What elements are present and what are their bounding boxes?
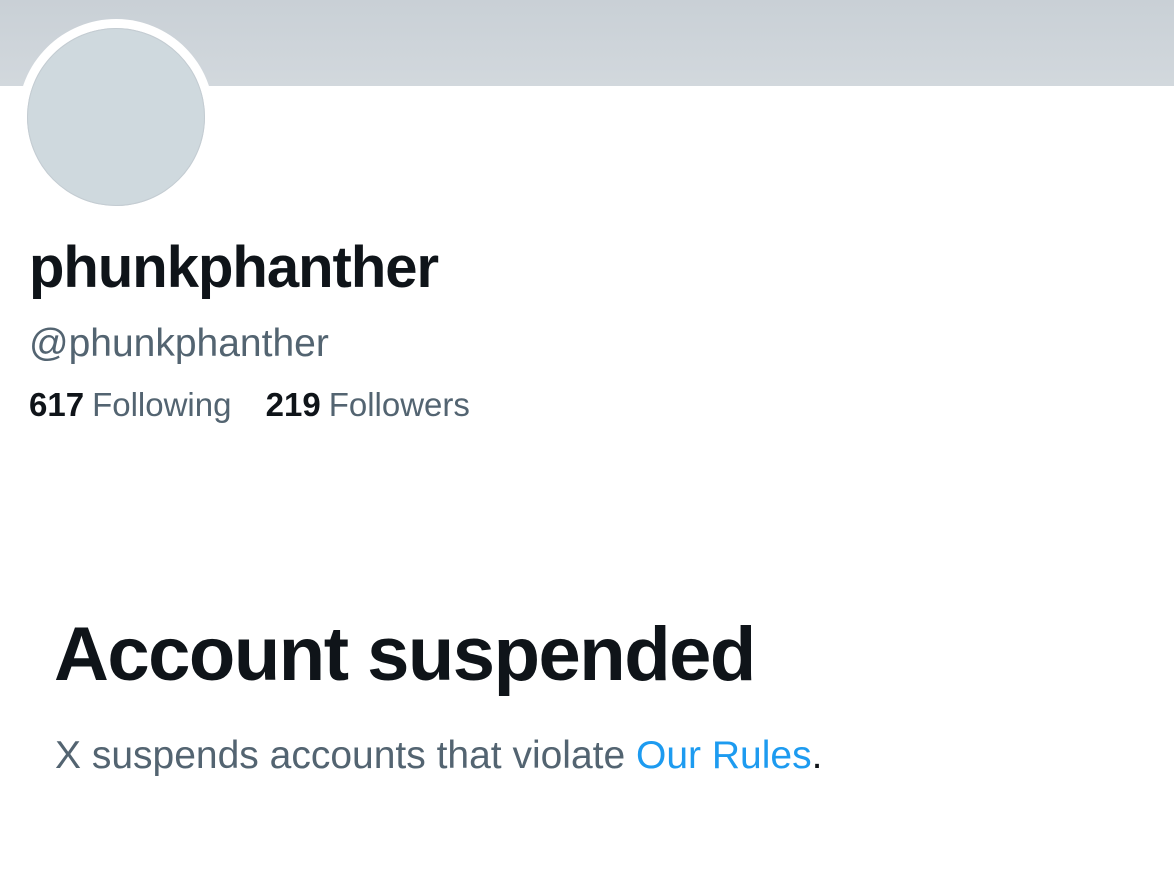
our-rules-link[interactable]: Our Rules [636, 734, 812, 777]
avatar[interactable] [27, 28, 205, 206]
display-name: phunkphanther [29, 235, 439, 300]
followers-label: Followers [328, 386, 470, 423]
suspension-title: Account suspended [54, 612, 756, 697]
followers-count: 219 [265, 386, 321, 423]
following-label: Following [92, 386, 232, 423]
profile-page: phunkphanther @phunkphanther 617 Followin… [0, 0, 1174, 871]
following-count: 617 [29, 386, 85, 423]
suspension-message: X suspends accounts that violate Our Rul… [55, 734, 823, 778]
following-link[interactable]: 617 Following [29, 386, 232, 423]
suspension-message-text: X suspends accounts that violate [55, 734, 637, 777]
follow-stats: 617 Following 219 Followers [29, 386, 495, 423]
suspension-message-period: . [811, 734, 823, 777]
user-handle: @phunkphanther [29, 322, 329, 365]
followers-link[interactable]: 219 Followers [265, 386, 470, 423]
avatar-ring [18, 19, 214, 215]
